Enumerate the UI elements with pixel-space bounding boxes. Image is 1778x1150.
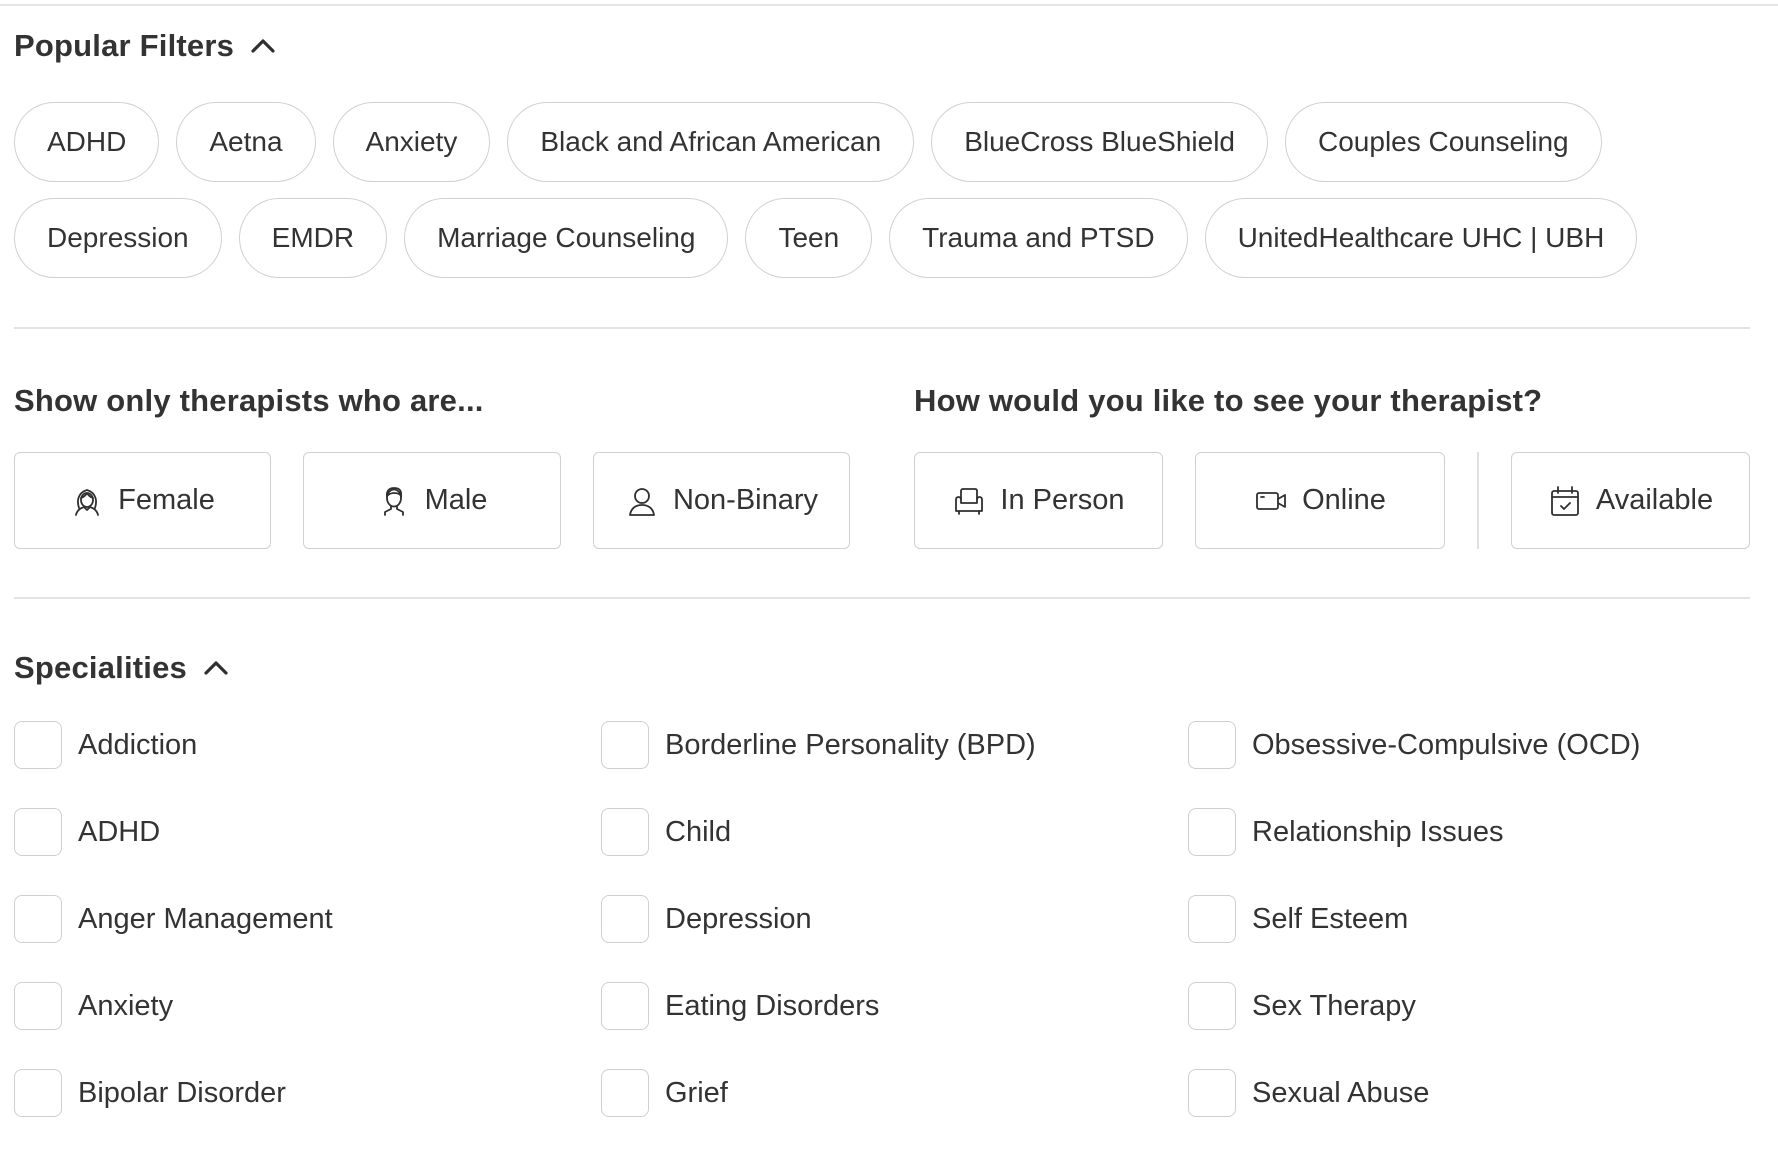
filter-pill-marriage-counseling[interactable]: Marriage Counseling xyxy=(404,198,729,278)
speciality-label: Borderline Personality (BPD) xyxy=(665,728,1036,761)
speciality-label: Anxiety xyxy=(78,989,174,1022)
speciality-label: Sexual Abuse xyxy=(1252,1076,1430,1109)
male-icon xyxy=(383,486,404,516)
speciality-item[interactable]: Self Esteem xyxy=(1188,895,1408,943)
online-label: Online xyxy=(1302,484,1386,516)
button-group-separator xyxy=(1477,452,1479,549)
speciality-checkbox[interactable] xyxy=(1188,721,1236,769)
specialities-header[interactable]: Specialities xyxy=(14,650,231,686)
speciality-item[interactable]: Anxiety xyxy=(14,982,173,1030)
calendar-check-icon xyxy=(1551,485,1579,516)
available-label: Available xyxy=(1595,484,1714,516)
speciality-checkbox[interactable] xyxy=(1188,982,1236,1030)
in-person-label: In Person xyxy=(1000,484,1125,516)
speciality-checkbox[interactable] xyxy=(601,895,649,943)
non-binary-label: Non-Binary xyxy=(672,484,819,516)
speciality-checkbox[interactable] xyxy=(14,1069,62,1117)
speciality-label: Eating Disorders xyxy=(665,989,880,1022)
video-camera-icon xyxy=(1256,491,1286,510)
speciality-checkbox[interactable] xyxy=(14,982,62,1030)
specialities-title: Specialities xyxy=(14,650,187,685)
speciality-item[interactable]: Addiction xyxy=(14,721,197,769)
session-type-title: How would you like to see your therapist… xyxy=(914,383,1543,418)
speciality-label: Obsessive-Compulsive (OCD) xyxy=(1252,728,1641,761)
therapist-gender-title: Show only therapists who are... xyxy=(14,383,484,418)
in-person-button[interactable]: In Person xyxy=(914,452,1163,549)
speciality-checkbox[interactable] xyxy=(14,721,62,769)
speciality-item[interactable]: ADHD xyxy=(14,808,160,856)
filter-pill-bluecross-blueshield[interactable]: BlueCross BlueShield xyxy=(931,102,1268,182)
chevron-up-icon[interactable] xyxy=(248,31,278,61)
speciality-label: ADHD xyxy=(78,815,161,848)
speciality-checkbox[interactable] xyxy=(601,1069,649,1117)
filter-pill-emdr[interactable]: EMDR xyxy=(238,198,388,278)
popular-filters-row-2: Depression EMDR Marriage Counseling Teen… xyxy=(14,198,1638,278)
male-button[interactable]: Male xyxy=(303,452,561,549)
speciality-checkbox[interactable] xyxy=(601,982,649,1030)
speciality-checkbox[interactable] xyxy=(14,895,62,943)
speciality-label: Grief xyxy=(665,1076,728,1109)
speciality-label: Sex Therapy xyxy=(1252,989,1416,1022)
popular-filters-header[interactable]: Popular Filters xyxy=(14,28,278,64)
speciality-checkbox[interactable] xyxy=(601,808,649,856)
speciality-label: Addiction xyxy=(78,728,198,761)
online-button[interactable]: Online xyxy=(1195,452,1445,549)
speciality-label: Depression xyxy=(665,902,812,935)
non-binary-button[interactable]: Non-Binary xyxy=(593,452,850,549)
speciality-item[interactable]: Sexual Abuse xyxy=(1188,1069,1429,1117)
filter-pill-aetna[interactable]: Aetna xyxy=(176,102,316,182)
popular-filters-title: Popular Filters xyxy=(14,28,235,63)
speciality-item[interactable]: Depression xyxy=(601,895,812,943)
female-button[interactable]: Female xyxy=(14,452,271,549)
available-button[interactable]: Available xyxy=(1511,452,1750,549)
female-label: Female xyxy=(118,484,215,516)
filter-pill-unitedhealthcare[interactable]: UnitedHealthcare UHC | UBH xyxy=(1204,198,1638,278)
section-divider xyxy=(14,327,1750,329)
speciality-item[interactable]: Borderline Personality (BPD) xyxy=(601,721,1036,769)
speciality-item[interactable]: Bipolar Disorder xyxy=(14,1069,286,1117)
filter-pill-black-african-american[interactable]: Black and African American xyxy=(507,102,915,182)
speciality-item[interactable]: Grief xyxy=(601,1069,728,1117)
speciality-item[interactable]: Obsessive-Compulsive (OCD) xyxy=(1188,721,1640,769)
male-label: Male xyxy=(424,484,488,516)
chevron-up-icon[interactable] xyxy=(201,653,231,683)
filter-pill-depression[interactable]: Depression xyxy=(14,198,222,278)
speciality-item[interactable]: Sex Therapy xyxy=(1188,982,1416,1030)
speciality-checkbox[interactable] xyxy=(14,808,62,856)
speciality-label: Bipolar Disorder xyxy=(78,1076,286,1109)
filter-pill-adhd[interactable]: ADHD xyxy=(14,102,160,182)
speciality-checkbox[interactable] xyxy=(1188,808,1236,856)
armchair-icon xyxy=(955,487,984,515)
filter-pill-anxiety[interactable]: Anxiety xyxy=(332,102,491,182)
speciality-label: Anger Management xyxy=(78,902,333,935)
speciality-item[interactable]: Eating Disorders xyxy=(601,982,879,1030)
speciality-checkbox[interactable] xyxy=(1188,1069,1236,1117)
speciality-item[interactable]: Anger Management xyxy=(14,895,333,943)
section-divider xyxy=(14,597,1750,599)
top-border xyxy=(0,4,1778,6)
speciality-checkbox[interactable] xyxy=(601,721,649,769)
speciality-checkbox[interactable] xyxy=(1188,895,1236,943)
filter-pill-teen[interactable]: Teen xyxy=(745,198,873,278)
filter-pill-trauma-ptsd[interactable]: Trauma and PTSD xyxy=(889,198,1188,278)
popular-filters-row-1: ADHD Aetna Anxiety Black and African Ame… xyxy=(14,102,1602,182)
female-icon xyxy=(75,488,100,516)
speciality-label: Child xyxy=(665,815,732,848)
filter-pill-couples-counseling[interactable]: Couples Counseling xyxy=(1285,102,1602,182)
speciality-label: Self Esteem xyxy=(1252,902,1409,935)
speciality-label: Relationship Issues xyxy=(1252,815,1504,848)
speciality-item[interactable]: Child xyxy=(601,808,731,856)
person-icon xyxy=(629,487,655,516)
speciality-item[interactable]: Relationship Issues xyxy=(1188,808,1503,856)
